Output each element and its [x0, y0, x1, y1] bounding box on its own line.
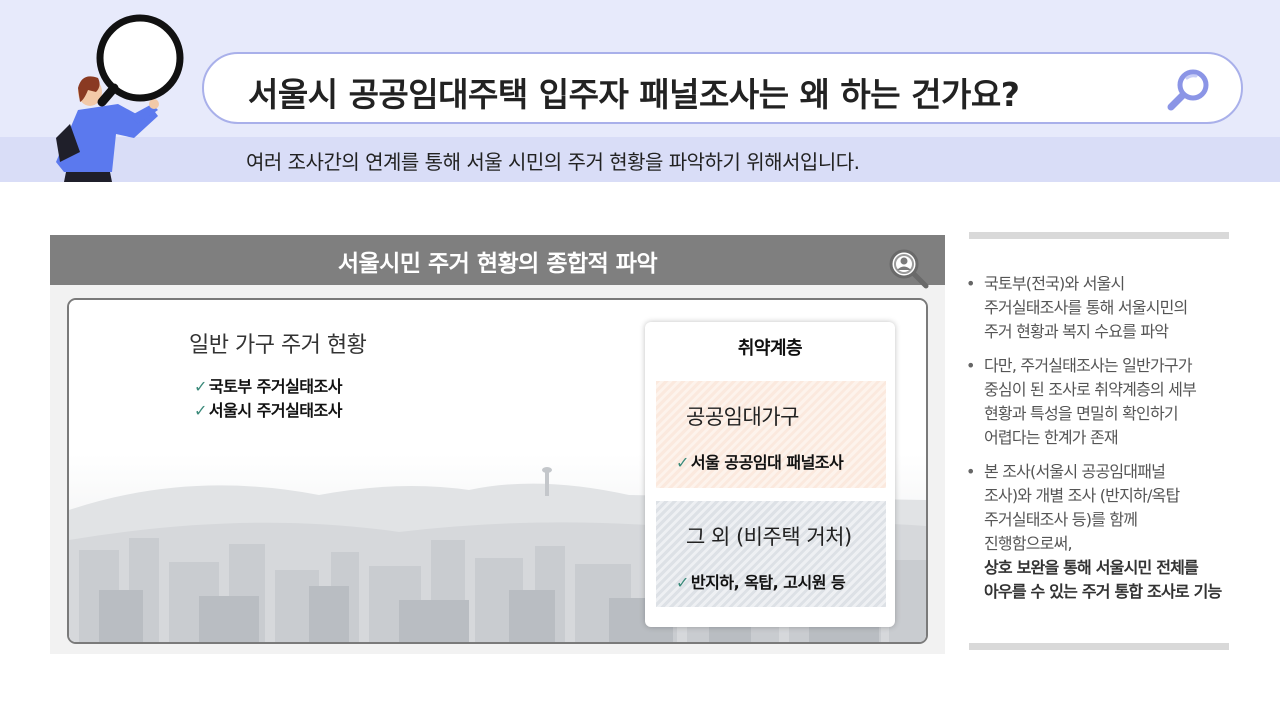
search-icon: [1167, 69, 1209, 111]
answer-text: 여러 조사간의 연계를 통해 서울 시민의 주거 현황을 파악하기 위해서입니다…: [246, 150, 860, 174]
check-icon: ✓: [676, 453, 689, 472]
question-text: 서울시 공공임대주택 입주자 패널조사는 왜 하는 건가요?: [248, 75, 1020, 114]
vulnerable-group-card: 취약계층 공공임대가구 ✓ 서울 공공임대 패널조사 그 외 (비주택 거처) ✓…: [645, 322, 895, 627]
check-icon: ✓: [194, 401, 207, 420]
overview-panel: 서울시민 주거 현황의 종합적 파악 일반 가구 주거 현황 ✓ 국토부 주거실…: [50, 235, 945, 654]
vulnerable-group-title: 취약계층: [737, 338, 803, 359]
panel-title: 서울시민 주거 현황의 종합적 파악: [337, 251, 658, 277]
magnifier-person-icon: [889, 249, 929, 289]
list-item: ✓ 국토부 주거실태조사: [194, 377, 342, 396]
list-item: ✓ 서울시 주거실태조사: [194, 401, 342, 420]
divider-bottom: [969, 643, 1229, 650]
check-icon: ✓: [194, 377, 207, 396]
public-rental-card: 공공임대가구 ✓ 서울 공공임대 패널조사: [656, 381, 886, 488]
bullet-item: 다만, 주거실태조사는 일반가구가 중심이 된 조사로 취약계층의 세부 현황과…: [966, 354, 1256, 450]
public-rental-title: 공공임대가구: [686, 405, 799, 429]
non-housing-card: 그 외 (비주택 거처) ✓ 반지하, 옥탑, 고시원 등: [656, 501, 886, 607]
general-survey-list: ✓ 국토부 주거실태조사 ✓ 서울시 주거실태조사: [194, 375, 342, 423]
divider-top: [969, 232, 1229, 239]
explanation-bullets: 국토부(전국)와 서울시 주거실태조사를 통해 서울시민의 주거 현황과 복지 …: [966, 272, 1256, 614]
survey-overview-box: 일반 가구 주거 현황 ✓ 국토부 주거실태조사 ✓ 서울시 주거실태조사 취약계층…: [67, 298, 928, 644]
bullet-item: 본 조사(서울시 공공임대패널 조사)와 개별 조사 (반지하/옥탑 주거실태조…: [966, 460, 1256, 604]
general-household-title: 일반 가구 주거 현황: [189, 333, 367, 358]
check-icon: ✓: [676, 573, 689, 592]
bullet-item: 국토부(전국)와 서울시 주거실태조사를 통해 서울시민의 주거 현황과 복지 …: [966, 272, 1256, 344]
non-housing-title: 그 외 (비주택 거처): [686, 525, 852, 549]
public-rental-survey: ✓ 서울 공공임대 패널조사: [676, 453, 844, 472]
non-housing-types: ✓ 반지하, 옥탑, 고시원 등: [676, 573, 846, 592]
magnifying-glass-person-illustration: [56, 14, 184, 182]
page: 서울시 공공임대주택 입주자 패널조사는 왜 하는 건가요? 여러 조사간의 연…: [0, 0, 1280, 720]
question-search-bar: 서울시 공공임대주택 입주자 패널조사는 왜 하는 건가요?: [202, 52, 1243, 124]
